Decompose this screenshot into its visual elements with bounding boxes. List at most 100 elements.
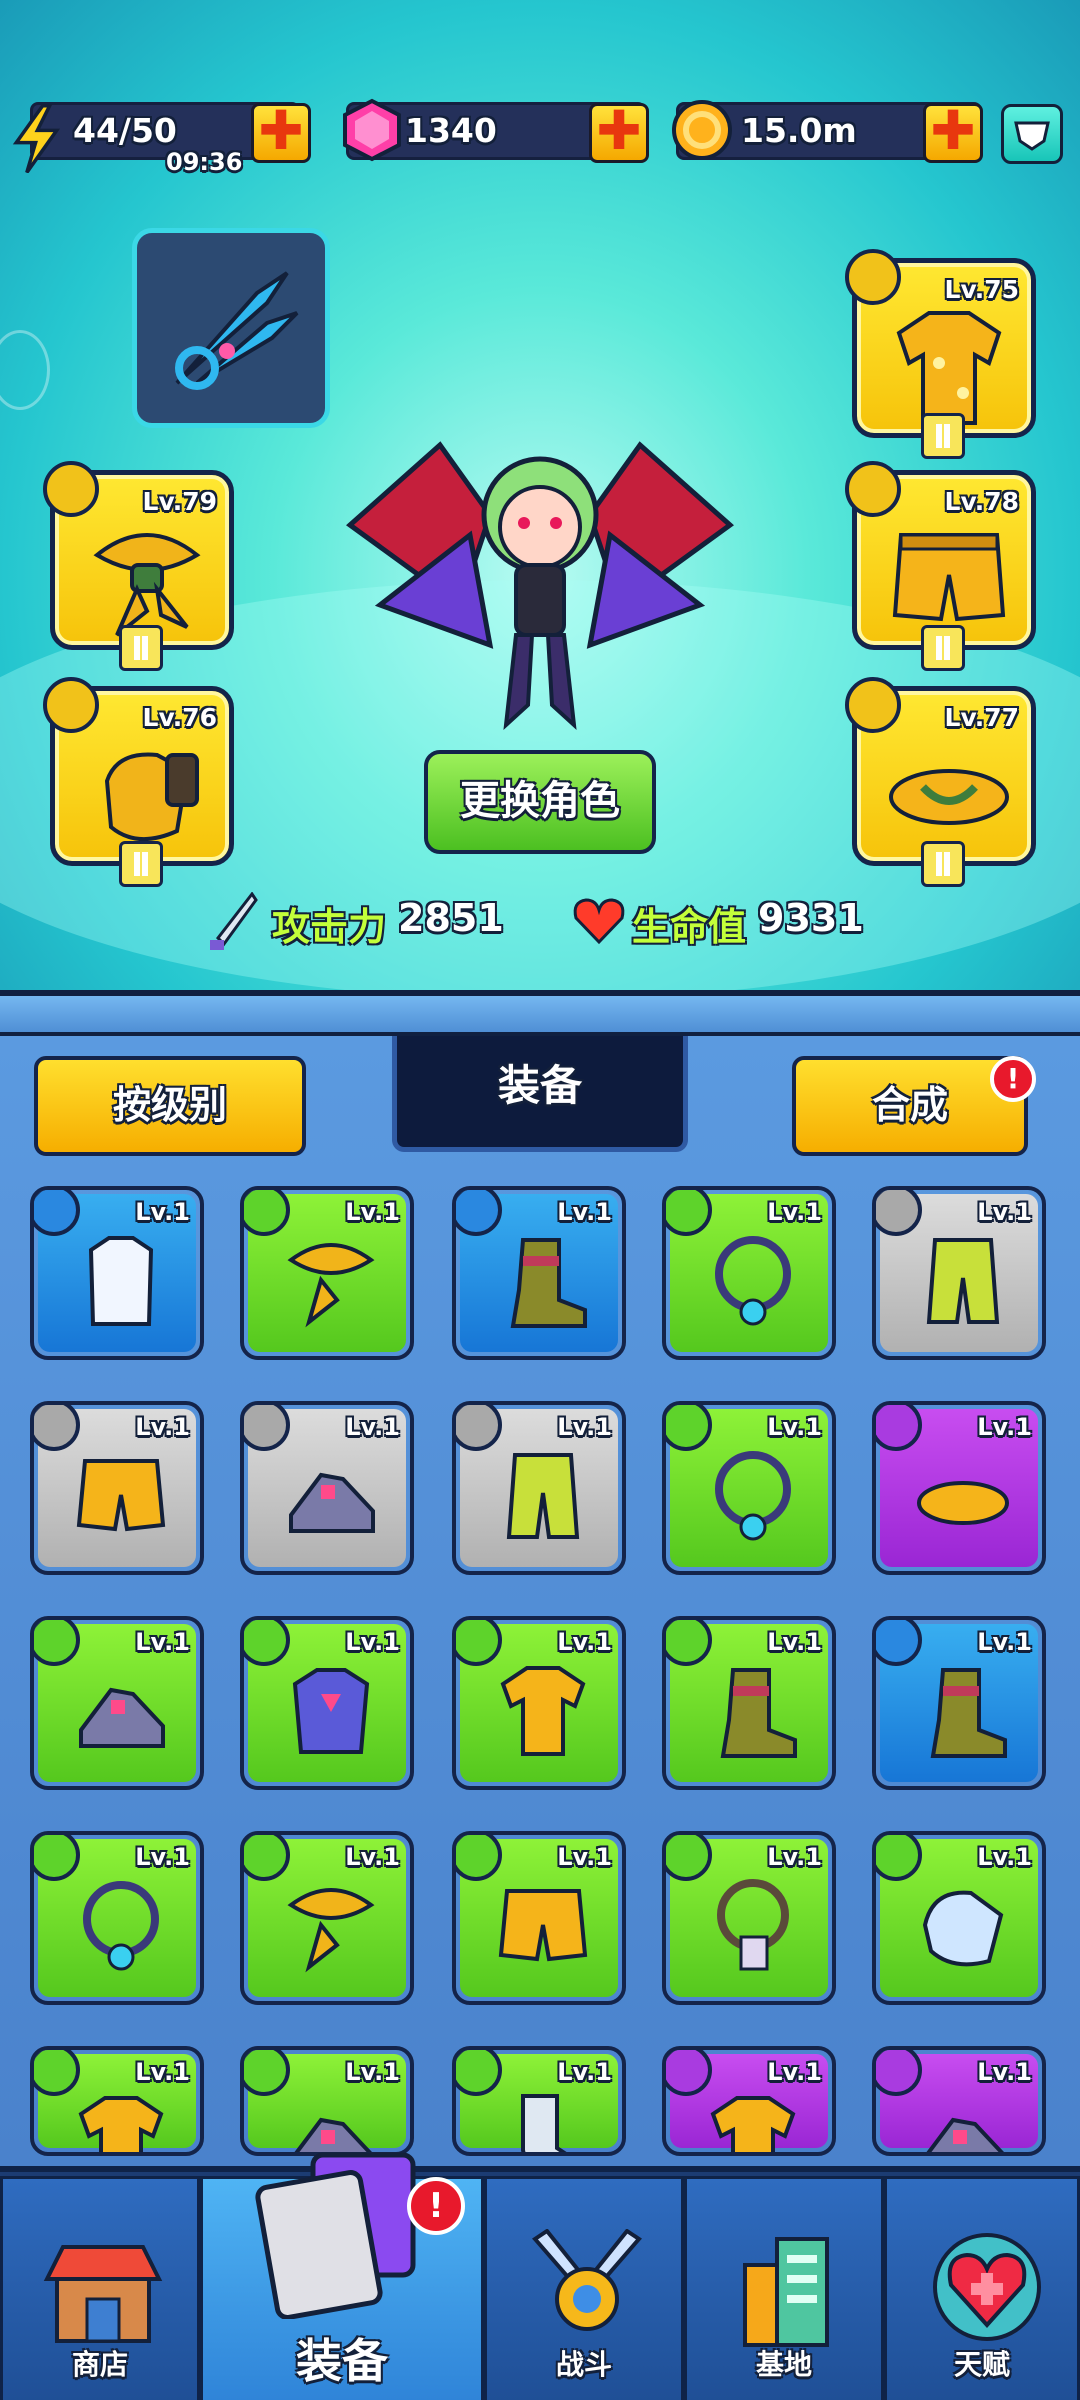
sword-icon bbox=[210, 892, 258, 950]
card-deck-icon bbox=[255, 2152, 416, 2319]
item-level: Lv.1 bbox=[767, 2058, 822, 2086]
item-level: Lv.1 bbox=[345, 1198, 400, 1226]
flipflop-icon bbox=[917, 1481, 1009, 1525]
shirt-icon bbox=[500, 1666, 586, 1756]
item-level: Lv.1 bbox=[977, 1628, 1032, 1656]
equip-slot-feet[interactable]: Lv.77 bbox=[845, 677, 1036, 887]
inventory-item-card[interactable]: Lv.1 bbox=[872, 1401, 1046, 1575]
inventory-item-card[interactable]: Lv.1 bbox=[30, 1831, 204, 2005]
shop-icon bbox=[43, 2245, 163, 2343]
inventory-item-card[interactable]: Lv.1 bbox=[30, 1401, 204, 1575]
upgrade-tab bbox=[119, 625, 163, 671]
sneaker-icon bbox=[79, 1687, 165, 1748]
scarf-icon bbox=[287, 1888, 375, 1973]
hero-panel: 44/50 ✚ 09:36 1340 ✚ 15.0m ✚ Lv.79 Lv.76 bbox=[0, 0, 1080, 990]
inventory-item-card[interactable]: Lv.1 bbox=[662, 1401, 836, 1575]
inventory-item-card[interactable]: Lv.1 bbox=[452, 1401, 626, 1575]
gem-value: 1340 bbox=[405, 111, 497, 150]
inventory-item-card[interactable]: Lv.1 bbox=[240, 2046, 414, 2156]
pants-icon bbox=[506, 1453, 580, 1539]
inventory-item-card[interactable]: Lv.1 bbox=[30, 1616, 204, 1790]
glove-slot-icon bbox=[43, 677, 99, 733]
nav-base[interactable]: 基地 bbox=[684, 2176, 884, 2400]
shorts-icon bbox=[76, 1459, 166, 1532]
inventory-item-card[interactable]: Lv.1 bbox=[662, 1616, 836, 1790]
nav-base-label: 基地 bbox=[755, 2348, 812, 2381]
inventory-item-card[interactable]: Lv.1 bbox=[240, 1616, 414, 1790]
building-icon bbox=[743, 2237, 829, 2347]
slot-level: Lv.77 bbox=[944, 703, 1019, 732]
side-decoration bbox=[0, 330, 50, 410]
lightning-icon bbox=[12, 104, 61, 173]
inventory-item-card[interactable]: Lv.1 bbox=[452, 1186, 626, 1360]
scissors-blade-icon bbox=[175, 271, 299, 390]
crossed-swords-icon bbox=[532, 2229, 642, 2331]
nav-talent[interactable]: 天赋 bbox=[884, 2176, 1080, 2400]
energy-value: 44/50 bbox=[73, 111, 177, 150]
gem-add-button[interactable]: ✚ bbox=[589, 103, 649, 163]
neck-slot-icon bbox=[43, 461, 99, 517]
shirt-slot-icon bbox=[845, 249, 901, 305]
item-level: Lv.1 bbox=[767, 1413, 822, 1441]
pants-icon bbox=[926, 1238, 1000, 1324]
glove-icon bbox=[922, 1890, 1004, 1967]
slot-level: Lv.75 bbox=[944, 275, 1019, 304]
energy-bar: 44/50 ✚ bbox=[12, 102, 311, 173]
coin-value: 15.0m bbox=[741, 111, 857, 150]
shop-diamond-button[interactable] bbox=[1001, 104, 1063, 164]
item-level: Lv.1 bbox=[345, 1843, 400, 1871]
equipment-alert-badge: ! bbox=[407, 2177, 465, 2235]
necklace-icon bbox=[83, 1881, 159, 1971]
change-character-button[interactable]: 更换角色 bbox=[424, 750, 656, 854]
nav-equipment[interactable]: ! 装备 bbox=[200, 2152, 484, 2400]
sneaker-icon bbox=[294, 2117, 372, 2152]
heart-icon bbox=[573, 898, 625, 945]
nav-battle[interactable]: 战斗 bbox=[484, 2176, 684, 2400]
inventory-item-card[interactable]: Lv.1 bbox=[662, 1831, 836, 2005]
inventory-item-card[interactable]: Lv.1 bbox=[240, 1186, 414, 1360]
energy-add-button[interactable]: ✚ bbox=[251, 103, 311, 163]
slot-level: Lv.79 bbox=[142, 487, 217, 516]
sneaker-icon bbox=[289, 1472, 375, 1533]
bottom-navigation: 商店 ! 装备 战斗 基地 天赋 bbox=[0, 2152, 1080, 2400]
inventory-item-card[interactable]: Lv.1 bbox=[662, 2046, 836, 2156]
item-level: Lv.1 bbox=[767, 1198, 822, 1226]
inventory-item-card[interactable]: Lv.1 bbox=[662, 1186, 836, 1360]
nav-equipment-label: 装备 bbox=[296, 2334, 388, 2388]
inventory-item-card[interactable]: Lv.1 bbox=[872, 1186, 1046, 1360]
hero-character bbox=[346, 441, 734, 731]
nav-shop-label: 商店 bbox=[71, 2348, 128, 2381]
inventory-item-card[interactable]: Lv.1 bbox=[240, 1831, 414, 2005]
item-level: Lv.1 bbox=[135, 1628, 190, 1656]
attack-label: 攻击力 bbox=[272, 905, 387, 949]
equip-slot-neck[interactable]: Lv.79 bbox=[43, 461, 234, 671]
item-level: Lv.1 bbox=[345, 2058, 400, 2086]
item-level: Lv.1 bbox=[135, 1413, 190, 1441]
inventory-item-card[interactable]: Lv.1 bbox=[240, 1401, 414, 1575]
coin-bar: 15.0m ✚ bbox=[672, 100, 983, 163]
inventory-item-card[interactable]: Lv.1 bbox=[30, 1186, 204, 1360]
equip-slot-hands[interactable]: Lv.76 bbox=[43, 677, 234, 887]
inventory-item-card[interactable]: Lv.1 bbox=[452, 1831, 626, 2005]
coin-add-button[interactable]: ✚ bbox=[923, 103, 983, 163]
merge-alert-badge: ! bbox=[990, 1056, 1036, 1102]
inventory-item-card[interactable]: Lv.1 bbox=[452, 1616, 626, 1790]
equip-slot-legs[interactable]: Lv.78 bbox=[845, 461, 1036, 671]
inventory-item-card[interactable]: Lv.1 bbox=[30, 2046, 204, 2156]
equip-slot-body[interactable]: Lv.75 bbox=[845, 249, 1036, 459]
item-level: Lv.1 bbox=[977, 1413, 1032, 1441]
inventory-item-card[interactable]: Lv.1 bbox=[872, 2046, 1046, 2156]
diamond-icon bbox=[1014, 121, 1050, 151]
vest-icon bbox=[88, 1236, 154, 1326]
gem-icon bbox=[343, 98, 401, 162]
sort-by-level-button[interactable]: 按级别 bbox=[34, 1056, 306, 1156]
item-level: Lv.1 bbox=[345, 1628, 400, 1656]
nav-shop[interactable]: 商店 bbox=[0, 2176, 200, 2400]
inventory-item-card[interactable]: Lv.1 bbox=[872, 1831, 1046, 2005]
item-level: Lv.1 bbox=[345, 1413, 400, 1441]
weapon-slot[interactable] bbox=[132, 228, 330, 428]
inventory-item-card[interactable]: Lv.1 bbox=[872, 1616, 1046, 1790]
tag-necklace-icon bbox=[717, 1879, 789, 1971]
inventory-item-card[interactable]: Lv.1 bbox=[452, 2046, 626, 2156]
item-level: Lv.1 bbox=[767, 1843, 822, 1871]
